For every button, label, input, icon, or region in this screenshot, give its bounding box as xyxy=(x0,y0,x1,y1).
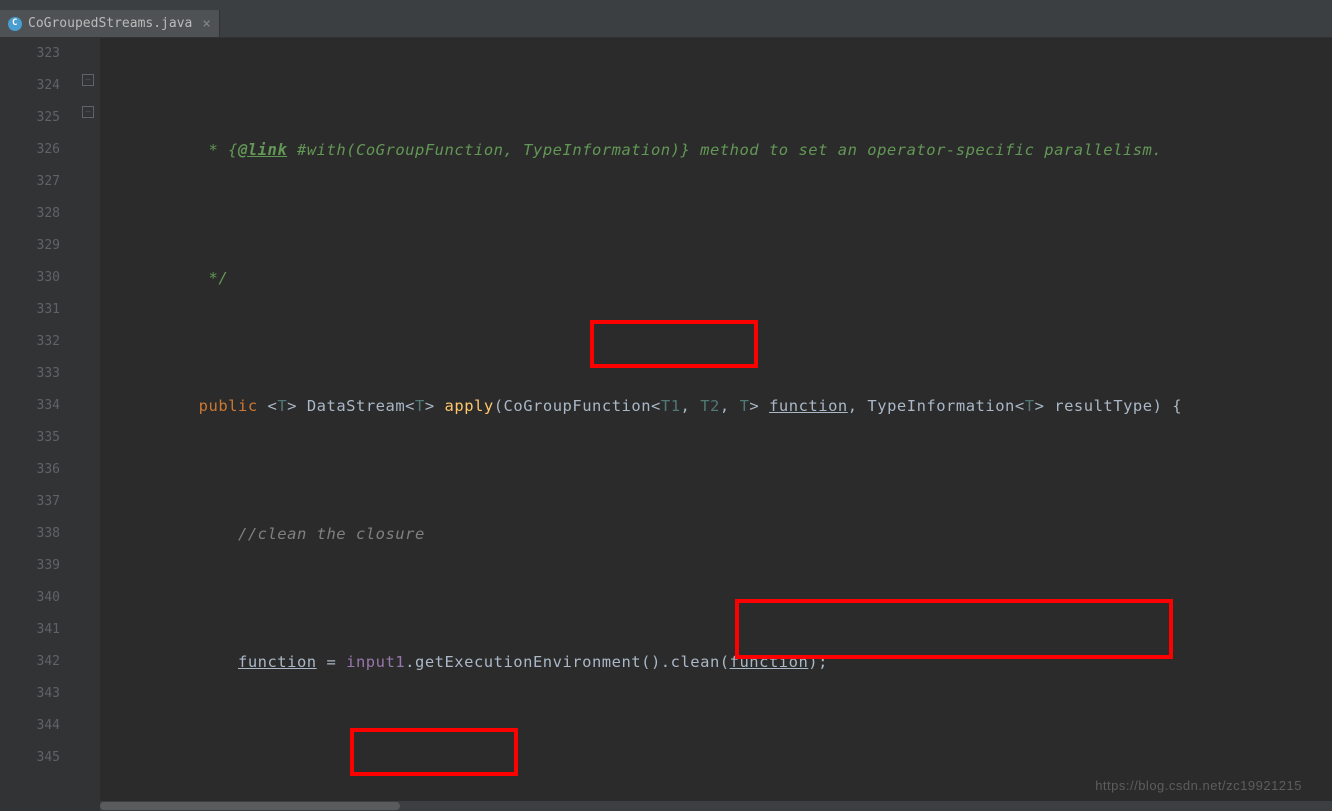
line-number: 339 xyxy=(0,550,60,582)
close-icon[interactable]: × xyxy=(202,16,210,32)
editor-area: 3233243253263273283293303313323333343353… xyxy=(0,38,1332,811)
line-number: 337 xyxy=(0,486,60,518)
fold-collapse-icon[interactable]: – xyxy=(82,74,94,86)
line-number-gutter: 3233243253263273283293303313323333343353… xyxy=(0,38,80,811)
line-number: 326 xyxy=(0,134,60,166)
line-number: 341 xyxy=(0,614,60,646)
line-number: 344 xyxy=(0,710,60,742)
highlight-box xyxy=(350,728,518,776)
line-number: 340 xyxy=(0,582,60,614)
scrollbar-thumb[interactable] xyxy=(100,802,400,810)
horizontal-scrollbar[interactable] xyxy=(100,801,1332,811)
line-number: 323 xyxy=(0,38,60,70)
highlight-box xyxy=(590,320,758,368)
line-number: 332 xyxy=(0,326,60,358)
line-number: 328 xyxy=(0,198,60,230)
fold-expand-icon[interactable]: – xyxy=(82,106,94,118)
tab-filename: CoGroupedStreams.java xyxy=(28,16,192,31)
editor-tabs-bar: CoGroupedStreams.java × xyxy=(0,10,1332,38)
code-line[interactable]: function = input1.getExecutionEnvironmen… xyxy=(120,646,1332,678)
line-number: 336 xyxy=(0,454,60,486)
code-line[interactable]: * {@link #with(CoGroupFunction, TypeInfo… xyxy=(120,134,1332,166)
line-number: 325 xyxy=(0,102,60,134)
code-line[interactable]: public <T> DataStream<T> apply(CoGroupFu… xyxy=(120,390,1332,422)
code-line[interactable]: //clean the closure xyxy=(120,518,1332,550)
line-number: 338 xyxy=(0,518,60,550)
line-number: 327 xyxy=(0,166,60,198)
line-number: 329 xyxy=(0,230,60,262)
line-number: 342 xyxy=(0,646,60,678)
code-line[interactable]: */ xyxy=(120,262,1332,294)
line-number: 324 xyxy=(0,70,60,102)
code-area[interactable]: * {@link #with(CoGroupFunction, TypeInfo… xyxy=(100,38,1332,811)
line-number: 333 xyxy=(0,358,60,390)
fold-gutter: – – xyxy=(80,38,100,811)
line-number: 330 xyxy=(0,262,60,294)
line-number: 335 xyxy=(0,422,60,454)
editor-tab[interactable]: CoGroupedStreams.java × xyxy=(0,10,220,37)
java-class-icon xyxy=(8,17,22,31)
line-number: 343 xyxy=(0,678,60,710)
watermark-text: https://blog.csdn.net/zc19921215 xyxy=(1095,778,1302,793)
line-number: 331 xyxy=(0,294,60,326)
top-bar xyxy=(0,0,1332,10)
line-number: 334 xyxy=(0,390,60,422)
line-number: 345 xyxy=(0,742,60,774)
